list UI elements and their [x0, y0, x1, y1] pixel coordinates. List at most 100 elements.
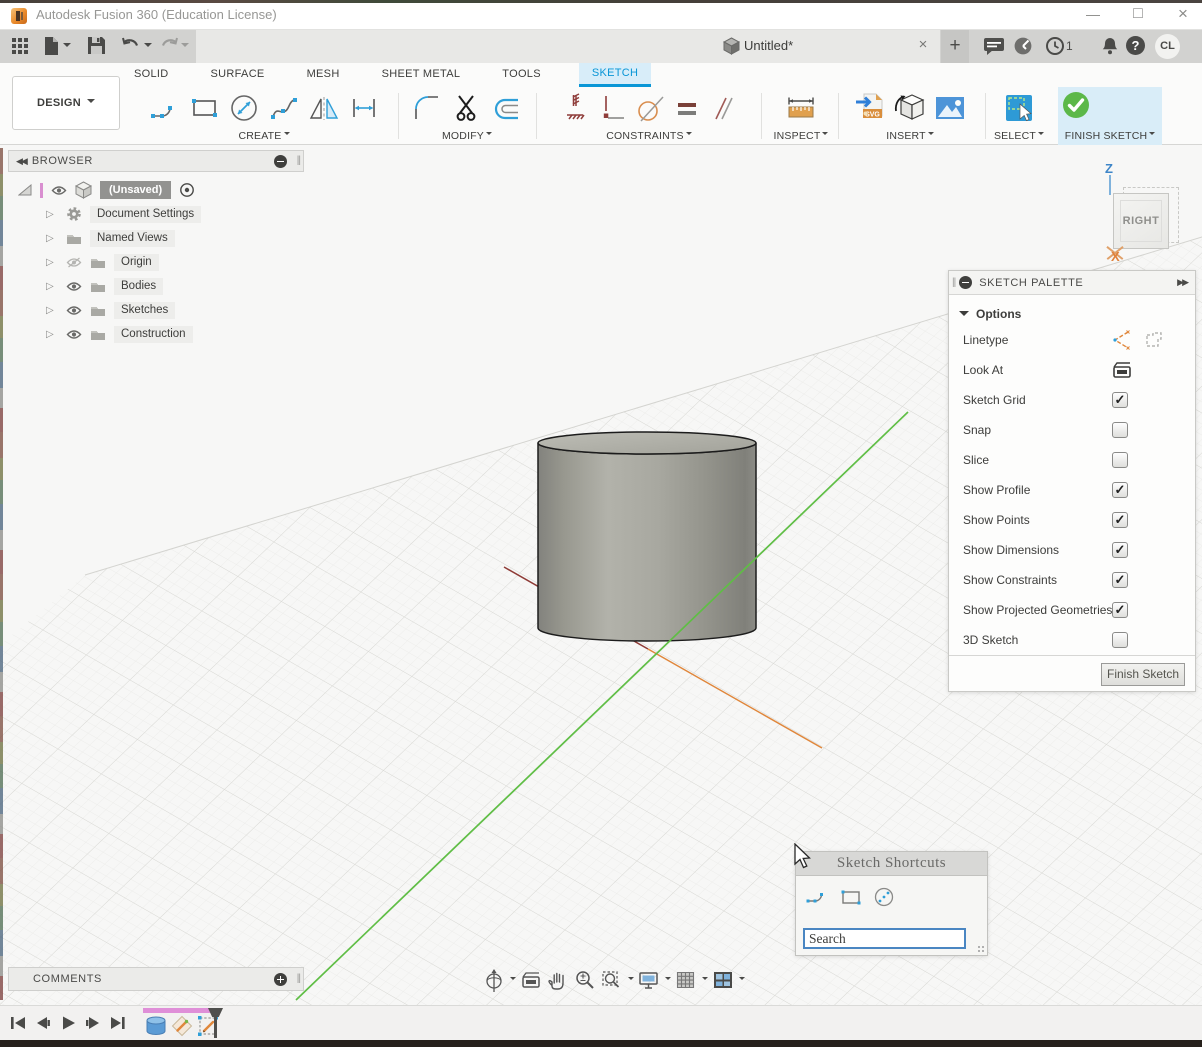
inspect-group-label[interactable]: INSPECT: [764, 130, 838, 142]
redo-icon[interactable]: [159, 37, 179, 54]
sketch-shortcuts-panel[interactable]: Sketch Shortcuts: [795, 851, 988, 956]
expand-arrow-icon[interactable]: ▷: [46, 209, 58, 220]
cylinder-body[interactable]: [538, 432, 756, 641]
undo-caret-icon[interactable]: [144, 43, 152, 51]
undo-icon[interactable]: [121, 37, 141, 54]
tab-surface[interactable]: SURFACE: [207, 63, 269, 87]
snap-checkbox[interactable]: [1112, 422, 1128, 438]
offset-tool-icon[interactable]: [489, 90, 525, 126]
browser-item-label[interactable]: Sketches: [114, 302, 175, 319]
shortcut-rectangle-icon[interactable]: [838, 886, 864, 908]
show-projected-geometries-checkbox[interactable]: ✓: [1112, 602, 1128, 618]
expand-arrow-icon[interactable]: ▷: [46, 257, 58, 268]
create-group-label[interactable]: CREATE: [132, 130, 396, 142]
palette-grip[interactable]: ||: [952, 277, 955, 288]
palette-minimize-icon[interactable]: [959, 276, 972, 289]
resize-grip[interactable]: [977, 945, 985, 953]
display-settings-icon[interactable]: [637, 969, 661, 991]
tab-sketch[interactable]: SKETCH: [579, 63, 651, 87]
look-at-icon[interactable]: [1111, 359, 1133, 381]
rectangle-tool-icon[interactable]: [186, 90, 222, 126]
go-to-end-icon[interactable]: [108, 1015, 128, 1031]
equal-constraint-icon[interactable]: [672, 90, 702, 126]
look-at-nav-icon[interactable]: [519, 969, 543, 991]
sketch-shortcuts-title[interactable]: Sketch Shortcuts: [796, 852, 987, 876]
tab-mesh[interactable]: MESH: [303, 63, 344, 87]
shortcut-line-icon[interactable]: [804, 886, 830, 908]
viewports-icon[interactable]: [711, 969, 735, 991]
display-settings-caret-icon[interactable]: [665, 977, 671, 983]
tangent-constraint-icon[interactable]: [632, 90, 668, 126]
root-document-label[interactable]: (Unsaved): [100, 181, 171, 199]
finish-sketch-palette-button[interactable]: Finish Sketch: [1101, 663, 1185, 686]
save-icon[interactable]: [87, 36, 106, 55]
tab-solid[interactable]: SOLID: [130, 63, 173, 87]
orbit-caret-icon[interactable]: [510, 977, 516, 983]
mirror-tool-icon[interactable]: [306, 90, 342, 126]
comments-header[interactable]: COMMENTS ||: [8, 967, 304, 991]
grid-display-icon[interactable]: [674, 969, 698, 991]
browser-item-label[interactable]: Bodies: [114, 278, 163, 295]
show-constraints-checkbox[interactable]: ✓: [1112, 572, 1128, 588]
projection-linetype-icon[interactable]: [1143, 329, 1165, 351]
browser-item-label[interactable]: Construction: [114, 326, 193, 343]
file-menu-icon[interactable]: [42, 36, 60, 56]
browser-row-bodies[interactable]: ▷ Bodies: [8, 274, 304, 298]
go-to-start-icon[interactable]: [8, 1015, 28, 1031]
visibility-eye-icon[interactable]: [66, 305, 82, 316]
construction-linetype-icon[interactable]: [1109, 329, 1133, 351]
fillet-tool-icon[interactable]: [409, 90, 445, 126]
constraints-group-label[interactable]: CONSTRAINTS: [538, 130, 760, 142]
expand-arrow-icon[interactable]: ▷: [46, 329, 58, 340]
shortcuts-search-input[interactable]: [803, 928, 966, 949]
canvas-icon[interactable]: [932, 90, 968, 126]
browser-grip[interactable]: ||: [297, 155, 300, 166]
tab-sheet-metal[interactable]: SHEET METAL: [378, 63, 465, 87]
3d-sketch-checkbox[interactable]: [1112, 632, 1128, 648]
grid-display-caret-icon[interactable]: [702, 977, 708, 983]
viewcube-face[interactable]: RIGHT: [1113, 193, 1169, 249]
palette-collapse-icon[interactable]: ▶▶: [1177, 277, 1187, 288]
insert-group-label[interactable]: INSERT: [842, 130, 978, 142]
modify-group-label[interactable]: MODIFY: [400, 130, 534, 142]
view-cube[interactable]: RIGHT Z X: [1085, 163, 1197, 273]
browser-collapse-icon[interactable]: ◀◀: [16, 156, 26, 167]
coincident-constraint-icon[interactable]: [596, 90, 628, 126]
cylinder-feature-icon[interactable]: [144, 1014, 168, 1038]
viewports-caret-icon[interactable]: [739, 977, 745, 983]
expand-arrow-icon[interactable]: ▷: [46, 233, 58, 244]
line-tool-icon[interactable]: [146, 90, 182, 126]
comments-grip[interactable]: ||: [297, 973, 300, 984]
visibility-eye-icon[interactable]: [51, 185, 67, 196]
horizontal-vertical-constraint-icon[interactable]: [560, 90, 592, 126]
3d-viewport[interactable]: ◀◀ BROWSER || (Unsaved) ▷ Document Se: [0, 145, 1202, 1005]
select-group-label[interactable]: SELECT: [988, 130, 1050, 142]
options-section-header[interactable]: Options: [949, 295, 1195, 325]
activate-radio-icon[interactable]: [179, 182, 195, 198]
expand-arrow-icon[interactable]: ▷: [46, 281, 58, 292]
spline-tool-icon[interactable]: [266, 90, 302, 126]
trim-tool-icon[interactable]: [449, 90, 485, 126]
step-forward-icon[interactable]: [83, 1015, 103, 1031]
browser-header[interactable]: ◀◀ BROWSER ||: [8, 150, 304, 172]
maximize-button[interactable]: □: [1121, 0, 1155, 28]
minimize-button[interactable]: —: [1076, 0, 1110, 28]
browser-row-named-views[interactable]: ▷ Named Views: [8, 226, 304, 250]
browser-row-document-settings[interactable]: ▷ Document Settings: [8, 202, 304, 226]
app-grid-icon[interactable]: [10, 36, 30, 56]
insert-svg-icon[interactable]: SVG: [852, 90, 888, 126]
show-points-checkbox[interactable]: ✓: [1112, 512, 1128, 528]
fit-icon[interactable]: [600, 969, 624, 991]
close-button[interactable]: ×: [1166, 0, 1200, 28]
insert-mesh-icon[interactable]: [892, 90, 928, 126]
play-icon[interactable]: [58, 1015, 78, 1031]
redo-caret-icon[interactable]: [181, 43, 189, 51]
pan-icon[interactable]: [546, 969, 570, 991]
parallel-constraint-icon[interactable]: [706, 90, 738, 126]
step-back-icon[interactable]: [33, 1015, 53, 1031]
design-workspace-menu[interactable]: DESIGN: [12, 76, 120, 130]
browser-item-label[interactable]: Document Settings: [90, 206, 201, 223]
add-comment-icon[interactable]: [274, 973, 287, 986]
sketch-feature-icon[interactable]: [170, 1014, 194, 1038]
timeline-marker-line[interactable]: [214, 1015, 217, 1038]
